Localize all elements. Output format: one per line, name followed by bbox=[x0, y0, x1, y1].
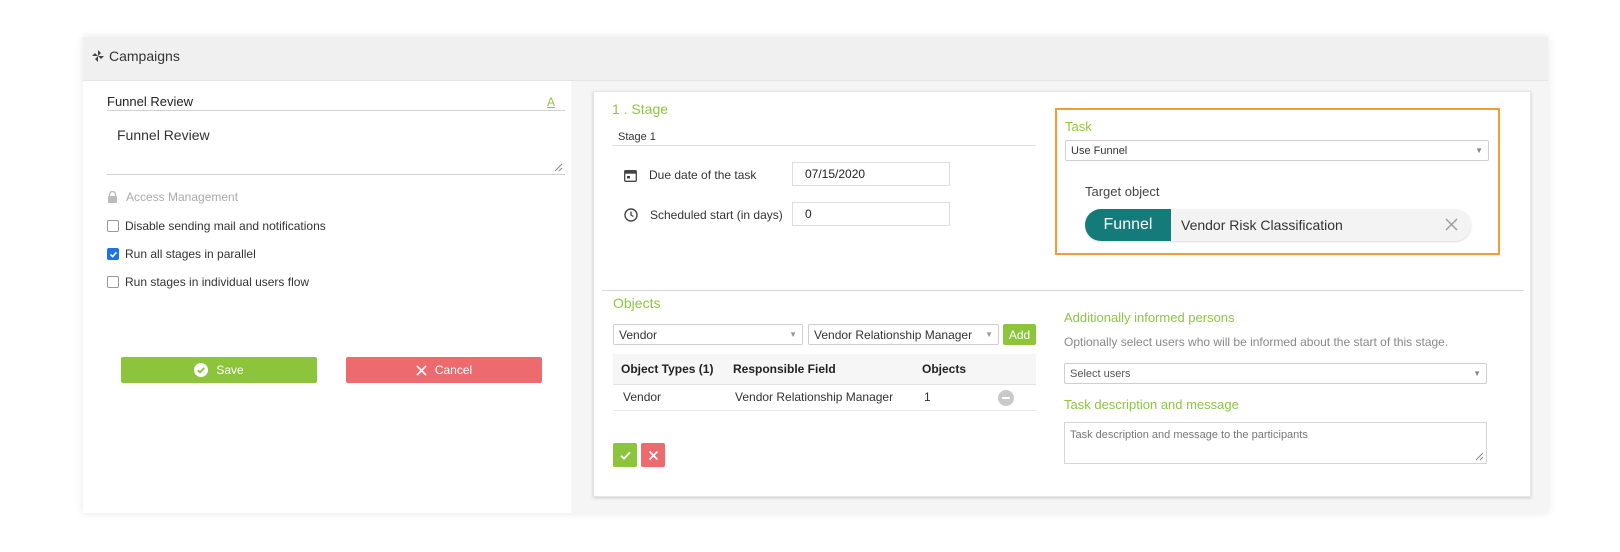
informed-persons-help: Optionally select users who will be info… bbox=[1064, 335, 1449, 349]
target-object-label: Target object bbox=[1085, 184, 1160, 199]
campaign-settings-panel: Funnel Review A Funnel Review Access Man… bbox=[83, 81, 571, 513]
object-type-select[interactable]: Vendor ▼ bbox=[613, 324, 803, 345]
option-individual-flow[interactable]: Run stages in individual users flow bbox=[107, 275, 309, 289]
dropdown-arrow-icon: ▼ bbox=[1473, 369, 1481, 378]
app-title-text: Campaigns bbox=[109, 48, 180, 64]
close-icon bbox=[416, 364, 427, 376]
row-actions-cell bbox=[998, 384, 1036, 411]
check-icon bbox=[619, 451, 631, 460]
pinwheel-icon bbox=[92, 50, 104, 62]
stage-name-input[interactable]: Stage 1 bbox=[612, 128, 1036, 146]
individual-flow-checkbox[interactable] bbox=[107, 276, 119, 288]
scheduled-start-value: 0 bbox=[805, 207, 812, 221]
target-object-value: Vendor Risk Classification bbox=[1181, 217, 1343, 233]
column-header: Objects bbox=[914, 354, 998, 385]
save-button[interactable]: Save bbox=[121, 357, 317, 383]
task-message-textarea[interactable]: Task description and message to the part… bbox=[1064, 422, 1487, 464]
run-parallel-label: Run all stages in parallel bbox=[125, 247, 256, 261]
campaign-name-input[interactable]: Funnel Review A bbox=[107, 93, 565, 111]
task-message-placeholder: Task description and message to the part… bbox=[1070, 429, 1308, 441]
option-run-parallel[interactable]: Run all stages in parallel bbox=[107, 247, 256, 261]
column-header: Object Types (1) bbox=[613, 354, 725, 385]
campaign-name-value: Funnel Review bbox=[107, 94, 193, 109]
app-header: Campaigns bbox=[83, 37, 1548, 81]
objects-table: Object Types (1) Responsible Field Objec… bbox=[613, 354, 1036, 411]
task-message-title: Task description and message bbox=[1064, 397, 1239, 412]
check-icon bbox=[109, 251, 117, 258]
column-header: Responsible Field bbox=[725, 354, 914, 385]
table-header-row: Object Types (1) Responsible Field Objec… bbox=[613, 354, 1036, 385]
campaign-description-textarea[interactable]: Funnel Review bbox=[107, 119, 565, 175]
responsible-field-cell: Vendor Relationship Manager bbox=[725, 384, 914, 411]
stage-name-value: Stage 1 bbox=[618, 130, 656, 143]
task-type-value: Use Funnel bbox=[1071, 144, 1128, 157]
app-title: Campaigns bbox=[91, 48, 180, 64]
confirm-button[interactable] bbox=[613, 443, 637, 467]
dropdown-arrow-icon: ▼ bbox=[789, 330, 797, 339]
resize-grip-icon[interactable] bbox=[1475, 452, 1484, 461]
font-format-icon[interactable]: A bbox=[547, 95, 555, 109]
lock-icon bbox=[108, 191, 117, 203]
dropdown-arrow-icon: ▼ bbox=[985, 330, 993, 339]
disable-mail-checkbox[interactable] bbox=[107, 220, 119, 232]
target-object-tag: Funnel bbox=[1085, 209, 1171, 241]
individual-flow-label: Run stages in individual users flow bbox=[125, 275, 310, 289]
scheduled-start-label: Scheduled start (in days) bbox=[650, 208, 783, 222]
close-icon bbox=[648, 450, 658, 460]
stage-panel: 1 . Stage Stage 1 Due date of the task 0… bbox=[593, 91, 1531, 497]
scheduled-start-input[interactable]: 0 bbox=[792, 202, 950, 226]
access-management-label: Access Management bbox=[126, 190, 239, 204]
add-object-button[interactable]: Add bbox=[1003, 324, 1036, 345]
scheduled-start-row: Scheduled start (in days) bbox=[624, 208, 783, 222]
stage-title: 1 . Stage bbox=[612, 101, 669, 117]
select-users-dropdown[interactable]: Select users ▼ bbox=[1064, 363, 1487, 384]
responsible-field-value: Vendor Relationship Manager bbox=[814, 327, 973, 342]
column-header-actions bbox=[998, 354, 1036, 385]
run-parallel-checkbox[interactable] bbox=[107, 248, 119, 260]
table-row: Vendor Vendor Relationship Manager 1 bbox=[613, 384, 1036, 411]
objects-count-cell: 1 bbox=[914, 384, 998, 411]
calendar-icon bbox=[624, 169, 637, 182]
section-divider bbox=[602, 290, 1524, 291]
discard-button[interactable] bbox=[641, 443, 665, 467]
app-window: Campaigns Funnel Review A Funnel Review … bbox=[83, 37, 1548, 513]
due-date-label: Due date of the task bbox=[649, 168, 757, 182]
remove-target-icon[interactable] bbox=[1444, 217, 1459, 232]
remove-row-icon[interactable] bbox=[998, 390, 1014, 406]
responsible-field-select[interactable]: Vendor Relationship Manager ▼ bbox=[808, 324, 999, 345]
access-management[interactable]: Access Management bbox=[107, 190, 238, 204]
disable-mail-label: Disable sending mail and notifications bbox=[125, 219, 326, 233]
campaign-description-value: Funnel Review bbox=[117, 127, 210, 143]
resize-grip-icon[interactable] bbox=[554, 163, 563, 172]
select-users-placeholder: Select users bbox=[1070, 367, 1131, 380]
object-type-value: Vendor bbox=[619, 327, 658, 342]
informed-persons-title: Additionally informed persons bbox=[1064, 310, 1235, 325]
save-label: Save bbox=[216, 363, 244, 377]
due-date-input[interactable]: 07/15/2020 bbox=[792, 162, 950, 186]
cancel-label: Cancel bbox=[434, 363, 473, 377]
due-date-row: Due date of the task bbox=[624, 168, 756, 182]
object-type-cell: Vendor bbox=[613, 384, 725, 411]
task-section: Task Use Funnel ▼ Target object Funnel V… bbox=[1055, 108, 1500, 255]
objects-title: Objects bbox=[613, 295, 661, 311]
cancel-button[interactable]: Cancel bbox=[346, 357, 542, 383]
option-disable-mail[interactable]: Disable sending mail and notifications bbox=[107, 219, 326, 233]
task-type-select[interactable]: Use Funnel ▼ bbox=[1065, 140, 1489, 161]
due-date-value: 07/15/2020 bbox=[805, 167, 866, 181]
check-circle-icon bbox=[194, 363, 209, 377]
clock-icon bbox=[624, 208, 638, 222]
target-object-pill[interactable]: Funnel Vendor Risk Classification bbox=[1085, 209, 1471, 241]
dropdown-arrow-icon: ▼ bbox=[1475, 146, 1483, 155]
task-title: Task bbox=[1065, 119, 1092, 134]
